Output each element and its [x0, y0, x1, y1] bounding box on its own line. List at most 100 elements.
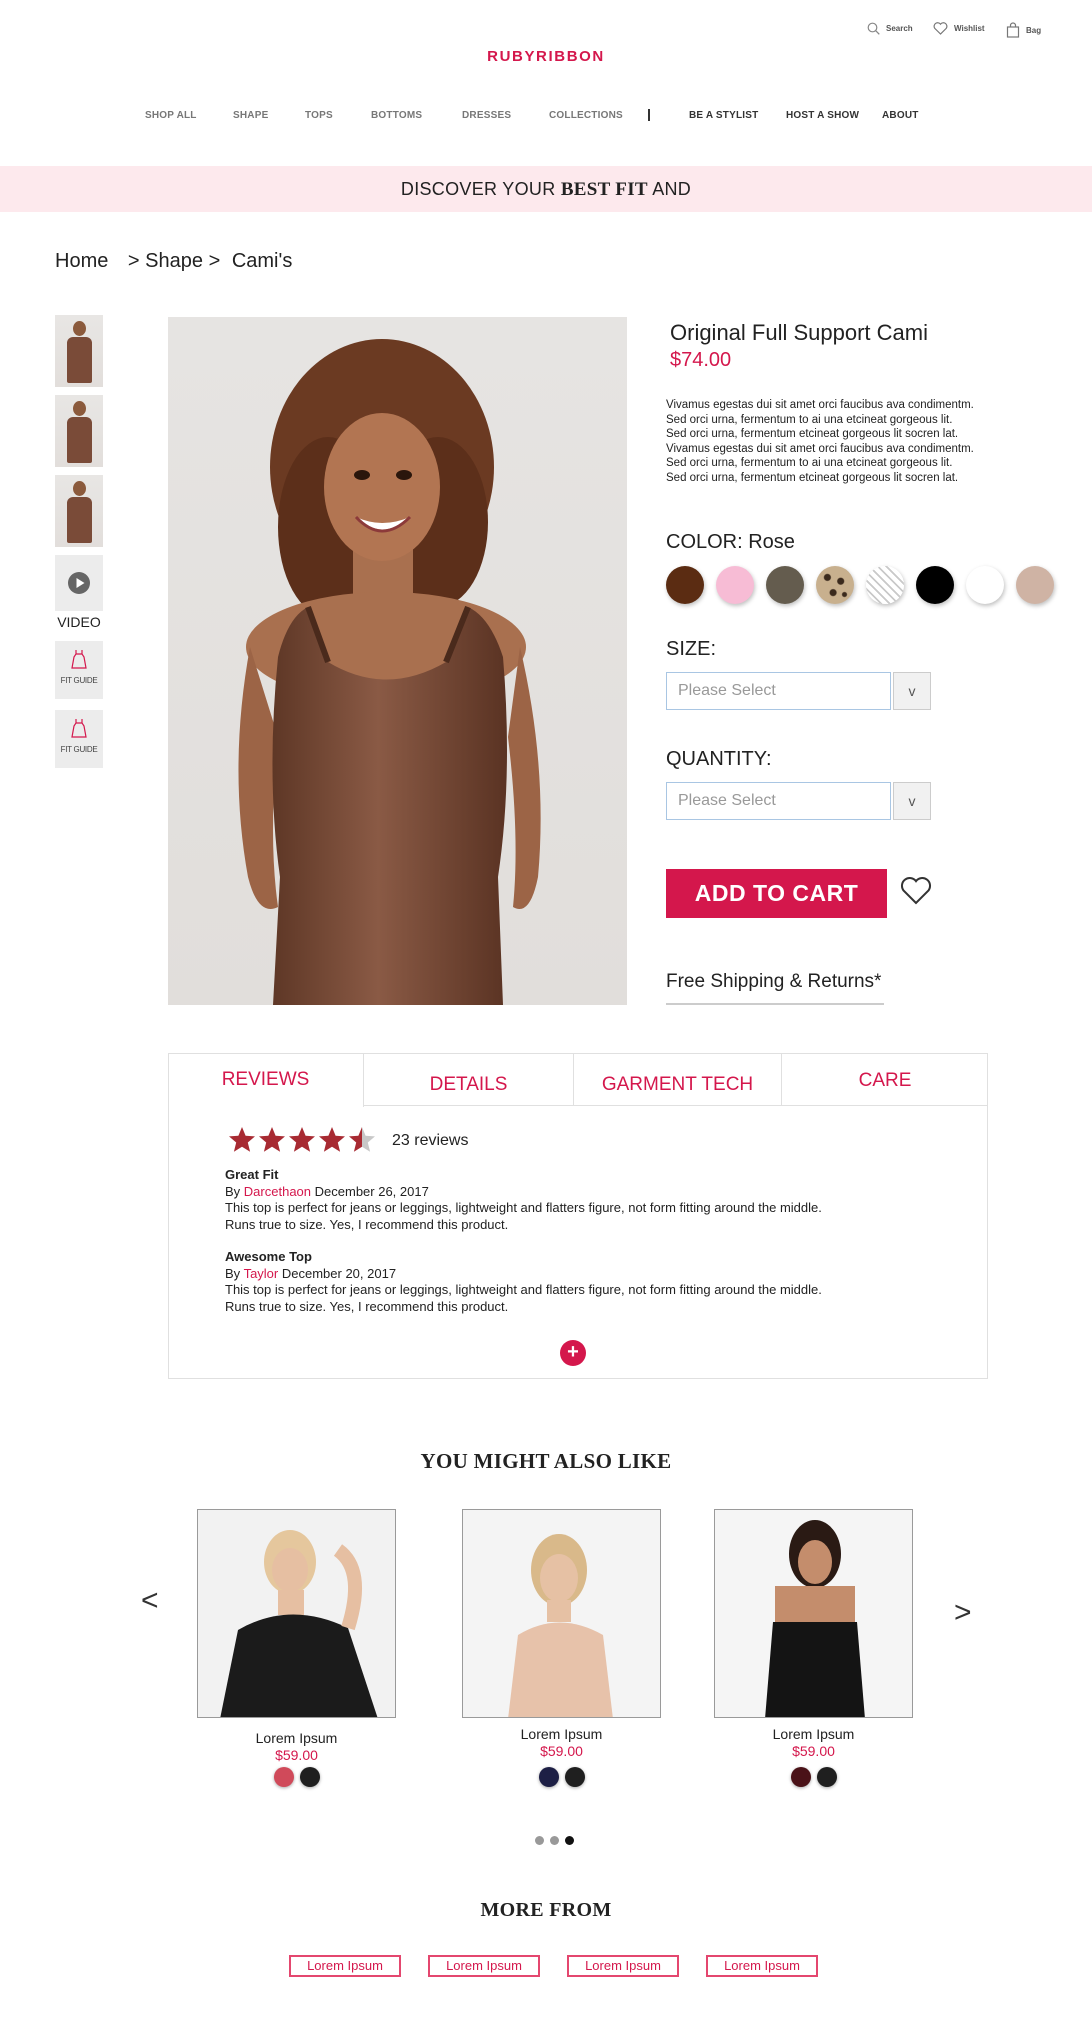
search-link[interactable]: Search [867, 22, 913, 35]
recommendation-price: $59.00 [275, 1747, 318, 1763]
review-item: Great Fit By Darcethaon December 26, 201… [225, 1167, 925, 1233]
recommendation-name[interactable]: Lorem Ipsum [714, 1726, 913, 1742]
review-count[interactable]: 23 reviews [392, 1132, 468, 1150]
quantity-label: QUANTITY: [666, 748, 772, 770]
size-dropdown-button[interactable]: v [893, 672, 931, 710]
swatch-brown[interactable] [666, 566, 704, 604]
swatch-red[interactable] [273, 1767, 294, 1787]
bag-link[interactable]: Bag [1006, 22, 1041, 38]
more-from-link[interactable]: Lorem Ipsum [428, 1955, 540, 1977]
fit-guide-button[interactable]: FIT GUIDE [55, 710, 103, 768]
more-from-link[interactable]: Lorem Ipsum [706, 1955, 818, 1977]
swatch-black[interactable] [816, 1767, 837, 1787]
carousel-pagination [535, 1836, 574, 1845]
wishlist-heart-icon[interactable] [899, 876, 933, 906]
breadcrumb-home[interactable]: Home [55, 250, 108, 272]
more-from-links: Lorem Ipsum Lorem Ipsum Lorem Ipsum Lore… [289, 1955, 818, 1977]
carousel-prev-button[interactable]: < [141, 1584, 159, 1618]
more-from-link[interactable]: Lorem Ipsum [567, 1955, 679, 1977]
wishlist-link[interactable]: Wishlist [933, 22, 985, 35]
nav-tops[interactable]: TOPS [305, 110, 333, 121]
thumbnail-3[interactable] [55, 475, 103, 547]
tab-garment-tech[interactable]: GARMENT TECH [574, 1053, 782, 1106]
nav-shop-all[interactable]: SHOP ALL [145, 110, 197, 121]
swatch-leopard[interactable] [816, 566, 854, 604]
swatch-olive[interactable] [766, 566, 804, 604]
review-text: Runs true to size. Yes, I recommend this… [225, 1298, 509, 1314]
thumbnail-image [55, 315, 103, 387]
star-icon [289, 1127, 315, 1152]
half-star-icon [349, 1127, 375, 1152]
breadcrumb-separator: > [127, 250, 140, 272]
review-text: Runs true to size. Yes, I recommend this… [225, 1216, 509, 1232]
nav-dresses[interactable]: DRESSES [462, 110, 511, 121]
nav-collections[interactable]: COLLECTIONS [549, 110, 623, 121]
swatch-white-pattern[interactable] [866, 566, 904, 604]
review-title: Awesome Top [225, 1249, 312, 1264]
load-more-reviews-button[interactable]: + [560, 1340, 586, 1366]
swatch-burgundy[interactable] [790, 1767, 811, 1787]
size-select[interactable] [666, 672, 891, 710]
color-swatches [666, 566, 1054, 604]
swatch-black[interactable] [299, 1767, 320, 1787]
recommendation-image[interactable] [462, 1509, 661, 1718]
add-to-cart-button[interactable]: ADD TO CART [666, 869, 887, 918]
tab-reviews[interactable]: REVIEWS [168, 1053, 364, 1107]
swatch-black[interactable] [916, 566, 954, 604]
review-date: December 20, 2017 [281, 1265, 397, 1281]
swatch-nude[interactable] [1016, 566, 1054, 604]
color-label: COLOR: Rose [666, 531, 795, 553]
nav-divider [648, 109, 650, 121]
shipping-info[interactable]: Free Shipping & Returns* [666, 971, 881, 993]
product-price: $74.00 [670, 349, 732, 371]
recommendation-name[interactable]: Lorem Ipsum [197, 1730, 396, 1746]
thumbnail-image [55, 395, 103, 467]
breadcrumb-shape[interactable]: Shape [145, 250, 203, 272]
thumbnail-1[interactable] [55, 315, 103, 387]
nav-be-a-stylist[interactable]: BE A STYLIST [689, 110, 758, 121]
tab-details[interactable]: DETAILS [364, 1053, 574, 1106]
recommendation-name[interactable]: Lorem Ipsum [462, 1726, 661, 1742]
description-line: Vivamus egestas dui sit amet orci faucib… [666, 399, 974, 411]
search-label: Search [886, 24, 913, 33]
swatch-black[interactable] [564, 1767, 585, 1787]
video-label[interactable]: VIDEO [55, 614, 103, 630]
review-author[interactable]: Taylor [244, 1266, 279, 1281]
recommendation-image[interactable] [714, 1509, 913, 1718]
review-author[interactable]: Darcethaon [244, 1184, 311, 1199]
page-dot-active[interactable] [565, 1836, 574, 1845]
fit-guide-label: FIT GUIDE [60, 676, 98, 685]
quantity-dropdown-button[interactable]: v [893, 782, 931, 820]
bag-label: Bag [1026, 25, 1042, 35]
swatch-navy[interactable] [538, 1767, 559, 1787]
brand-logo[interactable]: RUBYRIBBON [0, 48, 1092, 65]
swatch-white[interactable] [966, 566, 1004, 604]
dress-icon [71, 650, 87, 669]
more-from-link[interactable]: Lorem Ipsum [289, 1955, 401, 1977]
product-main-image[interactable] [168, 317, 627, 1005]
thumbnail-2[interactable] [55, 395, 103, 467]
page-dot[interactable] [550, 1836, 559, 1845]
thumbnail-image [55, 475, 103, 547]
recommendation-price: $59.00 [540, 1743, 583, 1759]
review-by: By [225, 1183, 241, 1199]
fit-guide-button[interactable]: FIT GUIDE [55, 641, 103, 699]
nav-about[interactable]: ABOUT [882, 110, 919, 121]
recommendation-image[interactable] [197, 1509, 396, 1718]
swatch-pink[interactable] [716, 566, 754, 604]
size-label: SIZE: [666, 638, 717, 660]
tab-care[interactable]: CARE [782, 1053, 988, 1106]
page-dot[interactable] [535, 1836, 544, 1845]
review-byline: By Darcethaon December 26, 2017 [225, 1184, 925, 1201]
video-thumbnail[interactable] [55, 555, 103, 611]
breadcrumb-separator: > [208, 250, 221, 272]
product-title: Original Full Support Cami [670, 320, 928, 345]
carousel-next-button[interactable]: > [954, 1596, 972, 1630]
nav-bottoms[interactable]: BOTTOMS [371, 110, 422, 121]
nav-host-a-show[interactable]: HOST A SHOW [786, 110, 859, 121]
nav-shape[interactable]: SHAPE [233, 110, 268, 121]
quantity-select[interactable] [666, 782, 891, 820]
recommendation-price: $59.00 [792, 1743, 835, 1759]
description-line: Sed orci urna, fermentum etcineat gorgeo… [666, 471, 959, 484]
review-text: This top is perfect for jeans or legging… [225, 1200, 822, 1215]
